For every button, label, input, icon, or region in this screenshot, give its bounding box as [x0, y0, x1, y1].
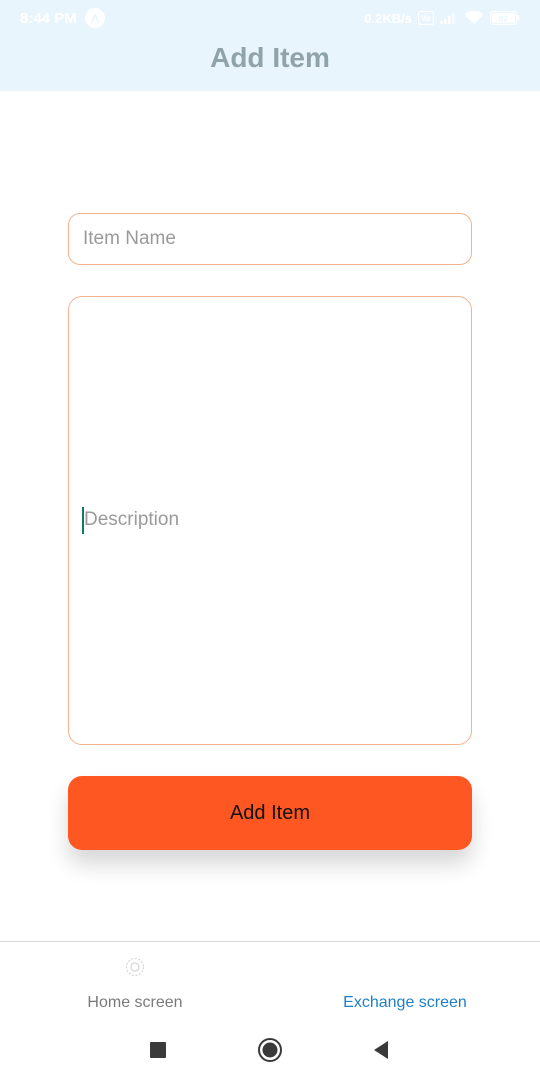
status-left: 8:44 PM [20, 8, 105, 28]
a-app-icon [84, 8, 105, 28]
recents-icon[interactable] [145, 1037, 171, 1063]
item-name-input[interactable] [68, 213, 472, 265]
battery-level: 92 [499, 14, 509, 24]
tab-exchange-label: Exchange screen [343, 994, 467, 1011]
tab-home-screen[interactable]: Home screen [0, 942, 270, 1028]
status-right: 0.2KB/s Vo 92 [364, 11, 520, 26]
battery-icon: 92 [490, 11, 520, 25]
home-icon[interactable] [257, 1037, 283, 1063]
signal-icon [440, 12, 458, 24]
page-title: Add Item [210, 42, 330, 73]
wifi-icon [464, 11, 484, 25]
svg-text:Vo: Vo [421, 14, 431, 23]
network-speed: 0.2KB/s [364, 10, 412, 26]
status-bar: 8:44 PM 0.2KB/s Vo 92 [0, 0, 540, 36]
back-icon[interactable] [368, 1037, 394, 1063]
home-tab-icon [125, 957, 145, 977]
system-nav-bar [0, 1027, 540, 1080]
tab-home-label: Home screen [87, 994, 183, 1011]
tab-exchange-screen[interactable]: Exchange screen [270, 942, 540, 1028]
description-textarea[interactable]: Description [68, 296, 472, 745]
add-item-button[interactable]: Add Item [68, 776, 472, 850]
screen: 8:44 PM 0.2KB/s Vo 92 Add Item Item Name… [0, 0, 540, 1080]
description-placeholder: Description [84, 509, 180, 530]
bottom-tab-bar: Home screen Exchange screen [0, 941, 540, 1027]
header-bar: 8:44 PM 0.2KB/s Vo 92 Add Item [0, 0, 540, 91]
vowifi-icon: Vo [418, 11, 434, 25]
text-caret [82, 507, 84, 534]
status-time: 8:44 PM [20, 9, 77, 27]
